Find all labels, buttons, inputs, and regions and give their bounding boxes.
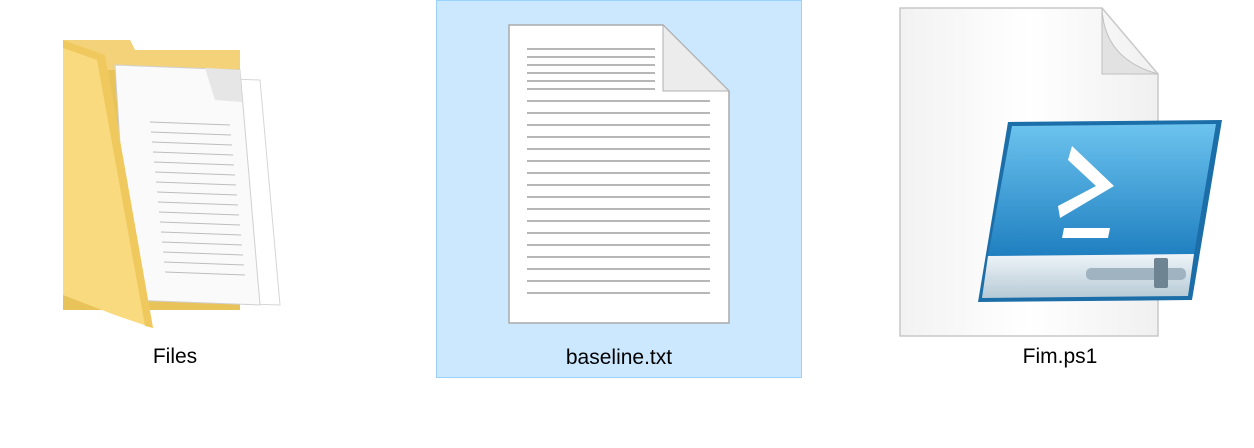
file-item-fim-ps1[interactable]: Fim.ps1 <box>880 0 1240 378</box>
file-label: Files <box>152 345 198 368</box>
file-explorer-view: Files baseline.txt Fim.ps1 <box>0 0 1254 448</box>
folder-icon <box>55 30 315 345</box>
file-label: Fim.ps1 <box>1022 345 1098 368</box>
text-document-icon <box>505 21 735 336</box>
file-label: baseline.txt <box>565 346 673 369</box>
file-item-baseline-txt[interactable]: baseline.txt <box>436 0 802 378</box>
file-item-files-folder[interactable]: Files <box>30 0 320 378</box>
powershell-script-icon <box>896 4 1226 349</box>
